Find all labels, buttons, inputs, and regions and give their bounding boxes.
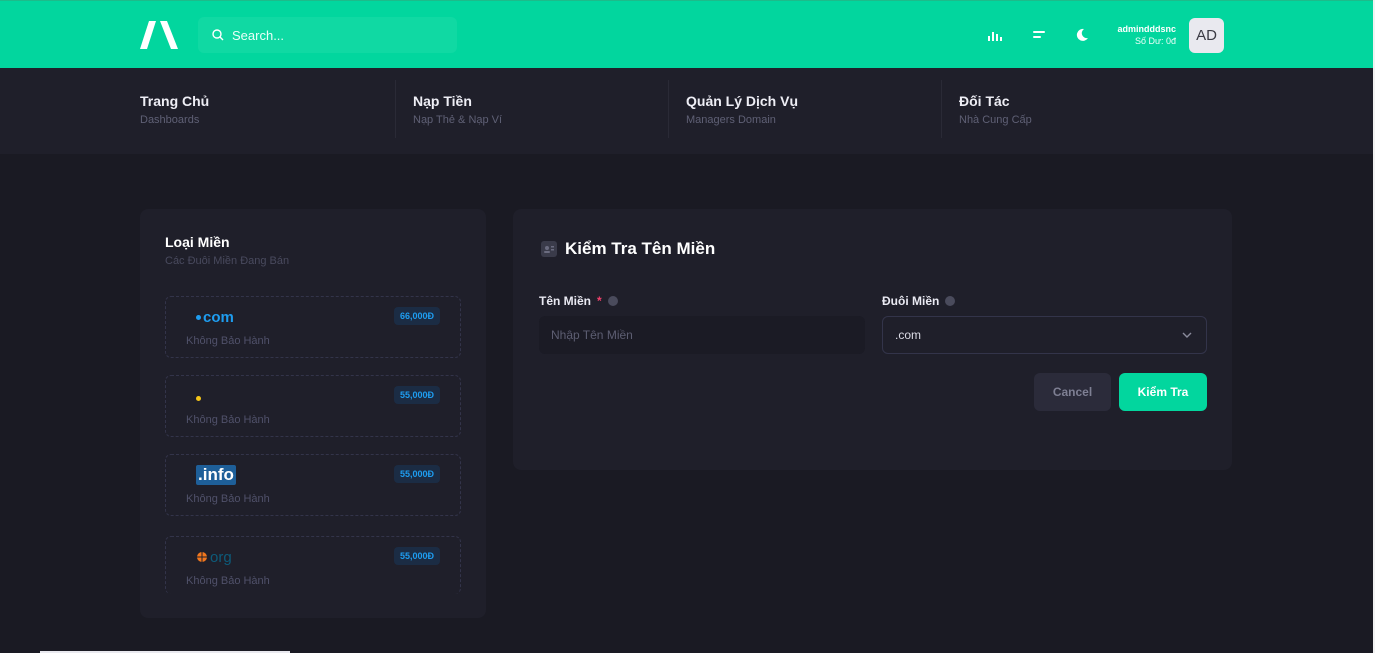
id-card-icon xyxy=(541,241,557,257)
label-text: Tên Miền xyxy=(539,294,592,308)
nav-divider xyxy=(941,80,942,138)
warranty-label: Không Bảo Hành xyxy=(186,493,270,505)
price-badge: 55,000Đ xyxy=(393,386,440,404)
nav-subtitle: Nhà Cung Cấp xyxy=(959,114,1032,126)
nav-title: Quản Lý Dịch Vụ xyxy=(686,93,799,109)
form-header: Kiểm Tra Tên Miền xyxy=(541,239,715,259)
net-logo xyxy=(196,386,256,406)
user-name: admindddsnc xyxy=(1117,24,1176,34)
nav-divider xyxy=(668,80,669,138)
top-bar: admindddsnc Số Dư: 0đ AD xyxy=(0,0,1373,68)
domain-types-card: Loại Miền Các Đuôi Miền Đang Bán com 66,… xyxy=(140,209,486,618)
label-text: Đuôi Miền xyxy=(882,294,940,308)
suffix-select[interactable]: .com xyxy=(882,316,1207,354)
warranty-label: Không Bảo Hành xyxy=(186,575,270,587)
info-icon[interactable] xyxy=(945,296,956,306)
domain-item-net[interactable]: 55,000Đ Không Bảo Hành xyxy=(165,375,461,437)
warranty-label: Không Bảo Hành xyxy=(186,414,270,426)
warranty-label: Không Bảo Hành xyxy=(186,335,270,347)
domain-name-field[interactable] xyxy=(539,316,865,354)
price-badge: 55,000Đ xyxy=(393,547,440,565)
check-button[interactable]: Kiểm Tra xyxy=(1119,373,1207,411)
price-badge: 55,000Đ xyxy=(393,465,440,483)
suffix-selected-value: .com xyxy=(895,328,922,342)
nav-item-deposit[interactable]: Nạp Tiền Nạp Thẻ & Nạp Ví xyxy=(413,68,502,154)
card-subtitle: Các Đuôi Miền Đang Bán xyxy=(165,255,290,267)
chevron-down-icon xyxy=(1182,332,1192,338)
cancel-button[interactable]: Cancel xyxy=(1034,373,1111,411)
menu-icon[interactable] xyxy=(1029,25,1049,45)
com-logo: com xyxy=(196,307,256,327)
domain-item-info[interactable]: .info 55,000Đ Không Bảo Hành xyxy=(165,454,461,516)
nav-item-partners[interactable]: Đối Tác Nhà Cung Cấp xyxy=(959,68,1032,154)
info-icon[interactable] xyxy=(607,296,618,306)
info-logo: .info xyxy=(196,465,236,485)
org-logo: org xyxy=(196,547,256,567)
domain-item-com[interactable]: com 66,000Đ Không Bảo Hành xyxy=(165,296,461,358)
user-info[interactable]: admindddsnc Số Dư: 0đ xyxy=(1117,23,1176,47)
domain-check-card: Kiểm Tra Tên Miền Tên Miền * Đuôi Miền .… xyxy=(513,209,1232,470)
nav-title: Trang Chủ xyxy=(140,93,210,109)
domain-name-input[interactable] xyxy=(551,328,865,342)
card-title: Loại Miền xyxy=(165,234,230,250)
nav-subtitle: Managers Domain xyxy=(686,114,776,126)
nav-subtitle: Nạp Thẻ & Nạp Ví xyxy=(413,114,503,126)
suffix-label: Đuôi Miền xyxy=(882,294,956,308)
chart-icon[interactable] xyxy=(985,25,1005,45)
avatar[interactable]: AD xyxy=(1189,18,1224,53)
logo-icon[interactable] xyxy=(140,21,178,49)
nav-item-services[interactable]: Quản Lý Dịch Vụ Managers Domain xyxy=(686,68,798,154)
price-badge: 66,000Đ xyxy=(393,307,440,325)
org-globe-icon xyxy=(196,551,208,563)
search-box[interactable] xyxy=(198,17,457,53)
domain-item-org[interactable]: org 55,000Đ Không Bảo Hành xyxy=(165,536,461,594)
main-nav: Trang Chủ Dashboards Nạp Tiền Nạp Thẻ & … xyxy=(0,68,1373,154)
form-title: Kiểm Tra Tên Miền xyxy=(565,239,716,258)
nav-title: Đối Tác xyxy=(959,93,1010,109)
user-balance: Số Dư: 0đ xyxy=(1134,36,1176,46)
nav-item-home[interactable]: Trang Chủ Dashboards xyxy=(140,68,209,154)
nav-title: Nạp Tiền xyxy=(413,93,472,109)
required-mark: * xyxy=(597,294,602,308)
nav-divider xyxy=(395,80,396,138)
domain-name-label: Tên Miền * xyxy=(539,294,618,308)
search-icon xyxy=(212,29,224,41)
nav-subtitle: Dashboards xyxy=(140,114,200,126)
search-input[interactable] xyxy=(232,27,432,43)
moon-icon[interactable] xyxy=(1072,25,1092,45)
